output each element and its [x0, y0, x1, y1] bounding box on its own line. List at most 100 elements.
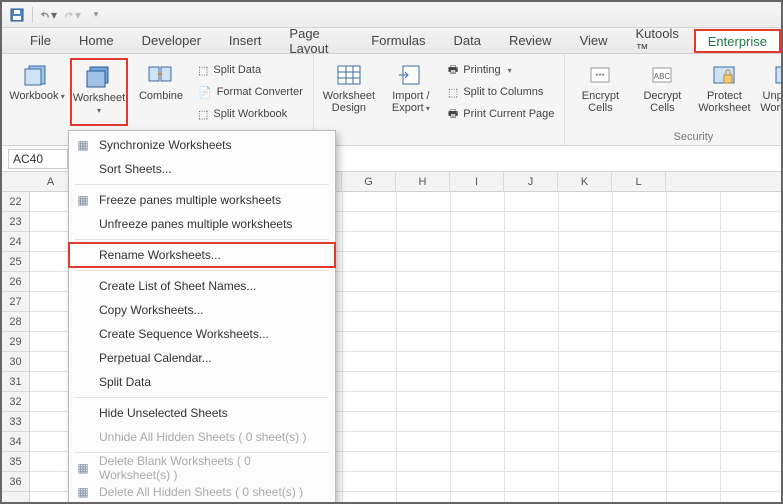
encrypt-label: Encrypt Cells — [571, 90, 629, 114]
row-header[interactable]: 23 — [2, 212, 29, 232]
menu-item-label: Delete All Hidden Sheets ( 0 sheet(s) ) — [99, 485, 303, 499]
encrypt-cells-button[interactable]: *** Encrypt Cells — [571, 58, 629, 126]
row-header[interactable]: 25 — [2, 252, 29, 272]
workbook-button[interactable]: Workbook — [8, 58, 66, 126]
menu-item-label: Freeze panes multiple worksheets — [99, 193, 281, 207]
menu-item-label: Create Sequence Worksheets... — [99, 327, 269, 341]
menu-item[interactable]: ▦Synchronize Worksheets — [69, 133, 335, 157]
tab-home[interactable]: Home — [65, 28, 128, 53]
col-header[interactable]: A — [30, 172, 72, 192]
menu-item-label: Copy Worksheets... — [99, 303, 203, 317]
col-header[interactable]: G — [342, 172, 396, 192]
menu-item-label: Sort Sheets... — [99, 162, 172, 176]
row-header[interactable]: 26 — [2, 272, 29, 292]
menu-item-label: Rename Worksheets... — [99, 248, 221, 262]
print-current-page-button[interactable]: 🖶Print Current Page — [444, 104, 559, 124]
combine-label: Combine — [139, 90, 183, 102]
row-header[interactable]: 35 — [2, 452, 29, 472]
import-export-label: Import / Export — [382, 90, 440, 114]
menu-item[interactable]: Perpetual Calendar... — [69, 346, 335, 370]
menu-item-label: Unfreeze panes multiple worksheets — [99, 217, 292, 231]
menu-item: Unhide All Hidden Sheets ( 0 sheet(s) ) — [69, 425, 335, 449]
worksheet-icon — [84, 64, 114, 90]
group-design-import: Worksheet Design Import / Export 🖶Printi… — [314, 54, 566, 145]
menu-item[interactable]: Create List of Sheet Names... — [69, 274, 335, 298]
unprotect-icon — [771, 62, 783, 88]
tab-kutools[interactable]: Kutools ™ — [622, 28, 694, 53]
menu-item-label: Hide Unselected Sheets — [99, 406, 228, 420]
printing-icon: 🖶 — [448, 61, 458, 80]
menu-item-label: Perpetual Calendar... — [99, 351, 212, 365]
col-header[interactable]: J — [504, 172, 558, 192]
print-page-icon: 🖶 — [448, 105, 458, 124]
split-to-columns-button[interactable]: ⬚Split to Columns — [444, 82, 559, 102]
col-header[interactable]: H — [396, 172, 450, 192]
row-header[interactable]: 28 — [2, 312, 29, 332]
row-header[interactable]: 36 — [2, 472, 29, 492]
menu-item[interactable]: Copy Worksheets... — [69, 298, 335, 322]
decrypt-cells-button[interactable]: ABC Decrypt Cells — [633, 58, 691, 126]
menu-item[interactable]: ▦Freeze panes multiple worksheets — [69, 188, 335, 212]
row-header[interactable]: 27 — [2, 292, 29, 312]
worksheet-button[interactable]: Worksheet — [70, 58, 128, 126]
tab-view[interactable]: View — [566, 28, 622, 53]
menu-item[interactable]: Rename Worksheets... — [69, 243, 335, 267]
worksheet-design-button[interactable]: Worksheet Design — [320, 58, 378, 126]
decrypt-icon: ABC — [647, 62, 677, 88]
menu-item-icon: ▦ — [75, 484, 91, 500]
combine-icon — [146, 62, 176, 88]
tab-data[interactable]: Data — [439, 28, 494, 53]
worksheet-dropdown-menu: ▦Synchronize WorksheetsSort Sheets...▦Fr… — [68, 130, 336, 504]
row-header[interactable]: 34 — [2, 432, 29, 452]
printing-button[interactable]: 🖶Printing — [444, 60, 559, 80]
menu-item-icon: ▦ — [75, 460, 91, 476]
tab-file[interactable]: File — [16, 28, 65, 53]
tab-insert[interactable]: Insert — [215, 28, 276, 53]
security-group-label: Security — [571, 130, 783, 143]
tab-developer[interactable]: Developer — [128, 28, 215, 53]
menu-item: ▦ Delete All Hidden Sheets ( 0 sheet(s) ) — [69, 480, 335, 504]
undo-icon[interactable]: ▾ — [39, 6, 57, 24]
menu-item[interactable]: Create Sequence Worksheets... — [69, 322, 335, 346]
row-header[interactable]: 33 — [2, 412, 29, 432]
save-icon[interactable] — [8, 6, 26, 24]
menu-item-label: Create List of Sheet Names... — [99, 279, 256, 293]
svg-text:***: *** — [596, 72, 605, 81]
col-header[interactable]: I — [450, 172, 504, 192]
format-converter-icon: 📄 — [198, 86, 212, 99]
combine-button[interactable]: Combine — [132, 58, 190, 126]
protect-worksheet-button[interactable]: Protect Worksheet — [695, 58, 753, 126]
menu-item[interactable]: Split Data — [69, 370, 335, 394]
unprotect-worksheet-button[interactable]: Unprotect Worksheet — [757, 58, 783, 126]
tab-page-layout[interactable]: Page Layout — [275, 28, 357, 53]
redo-icon[interactable]: ▾ — [63, 6, 81, 24]
row-header[interactable]: 32 — [2, 392, 29, 412]
tab-review[interactable]: Review — [495, 28, 566, 53]
row-header[interactable]: 31 — [2, 372, 29, 392]
split-data-icon: ⬚ — [198, 64, 208, 77]
tab-formulas[interactable]: Formulas — [357, 28, 439, 53]
col-header[interactable]: K — [558, 172, 612, 192]
split-data-button[interactable]: ⬚Split Data — [194, 60, 307, 80]
menu-item[interactable]: Sort Sheets... — [69, 157, 335, 181]
row-header[interactable]: 22 — [2, 192, 29, 212]
name-box[interactable]: AC40 — [8, 149, 68, 169]
row-header[interactable]: 30 — [2, 352, 29, 372]
split-workbook-icon: ⬚ — [198, 108, 208, 121]
group-security: *** Encrypt Cells ABC Decrypt Cells Prot… — [565, 54, 783, 145]
protect-icon — [709, 62, 739, 88]
col-header[interactable]: L — [612, 172, 666, 192]
format-converter-button[interactable]: 📄Format Converter — [194, 82, 307, 102]
menu-item-label: Split Data — [99, 375, 151, 389]
import-export-button[interactable]: Import / Export — [382, 58, 440, 126]
split-workbook-button[interactable]: ⬚Split Workbook — [194, 104, 307, 124]
row-header[interactable]: 29 — [2, 332, 29, 352]
row-header[interactable]: 24 — [2, 232, 29, 252]
tab-enterprise[interactable]: Enterprise — [694, 29, 781, 53]
unprotect-label: Unprotect Worksheet — [757, 90, 783, 114]
qat-customize-icon[interactable]: ▾ — [87, 6, 105, 24]
quick-access-toolbar: ▾ ▾ ▾ — [2, 2, 781, 28]
menu-item[interactable]: Hide Unselected Sheets — [69, 401, 335, 425]
menu-item[interactable]: Unfreeze panes multiple worksheets — [69, 212, 335, 236]
decrypt-label: Decrypt Cells — [633, 90, 691, 114]
